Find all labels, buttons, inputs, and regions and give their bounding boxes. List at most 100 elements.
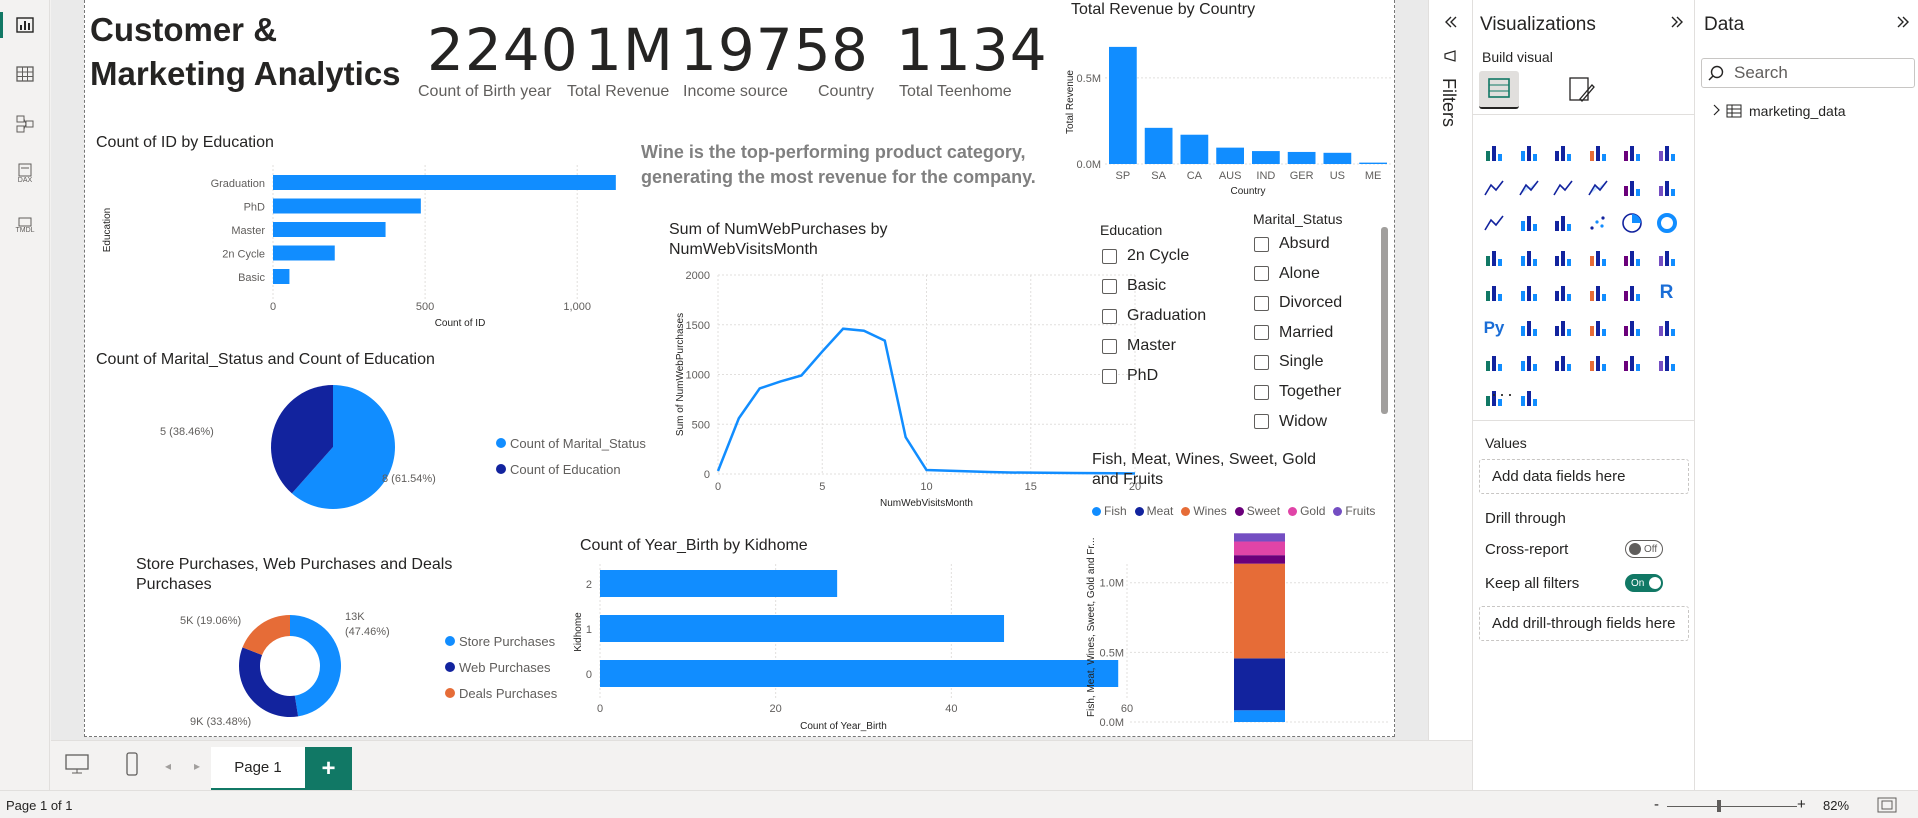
multirow-card-icon[interactable] — [1482, 281, 1506, 305]
keep-filters-toggle[interactable]: On — [1625, 574, 1663, 592]
100-column-icon[interactable] — [1655, 141, 1679, 165]
education-slicer-item-graduation[interactable]: Graduation — [1102, 307, 1206, 325]
checkbox[interactable] — [1254, 236, 1269, 252]
azure-map-icon[interactable] — [1586, 246, 1610, 270]
slicer-scrollbar[interactable] — [1381, 227, 1388, 414]
filters-pane-collapsed[interactable]: Filters — [1428, 0, 1472, 740]
decomposition-tree-icon[interactable] — [1551, 316, 1575, 340]
data-search-input[interactable]: Search — [1701, 58, 1915, 88]
education-slicer-item-basic[interactable]: Basic — [1102, 277, 1166, 295]
checkbox[interactable] — [1254, 384, 1269, 400]
line-clustered-icon[interactable] — [1517, 211, 1541, 235]
more-visual-1-icon[interactable] — [1586, 351, 1610, 375]
table-icon[interactable] — [1586, 281, 1610, 305]
qa-icon[interactable] — [1586, 316, 1610, 340]
stacked-bar-icon[interactable] — [1482, 141, 1506, 165]
desktop-layout-icon[interactable] — [64, 753, 90, 780]
slicer-icon[interactable] — [1551, 281, 1575, 305]
python-visual-icon[interactable]: Py — [1482, 316, 1506, 340]
clustered-column-icon[interactable] — [1586, 141, 1610, 165]
id-by-education-chart[interactable]: 0 500 1,000 Graduation PhD Master 2n Cycle Basi… — [90, 160, 630, 335]
power-automate-icon[interactable] — [1551, 351, 1575, 375]
drill-through-drop-well[interactable]: Add drill-through fields here — [1479, 606, 1689, 641]
education-slicer-item-master[interactable]: Master — [1102, 337, 1176, 355]
checkbox[interactable] — [1254, 354, 1269, 370]
gauge-icon[interactable] — [1620, 246, 1644, 270]
100-bar-icon[interactable] — [1620, 141, 1644, 165]
checkbox[interactable] — [1254, 325, 1269, 341]
build-visual-tab[interactable] — [1479, 71, 1519, 109]
tab-page-1[interactable]: Page 1 — [211, 747, 305, 791]
marital-slicer-item-single[interactable]: Single — [1254, 353, 1323, 371]
fit-to-page-icon[interactable] — [1877, 797, 1897, 818]
add-page-button[interactable]: + — [305, 747, 352, 791]
table-node-marketing-data[interactable]: marketing_data — [1712, 103, 1846, 119]
line-column-icon[interactable] — [1482, 211, 1506, 235]
marital-education-pie-chart[interactable]: 8 (61.54%) 5 (38.46%) Count of Marital_Sta… — [90, 375, 670, 525]
education-slicer-item-phd[interactable]: PhD — [1102, 367, 1158, 385]
more-visuals-icon[interactable]: ··· — [1491, 384, 1515, 405]
stacked-area-icon[interactable] — [1551, 176, 1575, 200]
area-chart-icon[interactable] — [1517, 176, 1541, 200]
collapse-left-icon[interactable] — [1443, 14, 1459, 35]
flow-icon[interactable] — [1517, 386, 1541, 410]
mobile-layout-icon[interactable] — [124, 751, 140, 782]
education-slicer-item-2n-cycle[interactable]: 2n Cycle — [1102, 247, 1189, 265]
format-visual-tab[interactable] — [1564, 73, 1598, 112]
table-view-icon[interactable] — [12, 61, 38, 87]
card-icon[interactable] — [1655, 246, 1679, 270]
yearbirth-by-kidhome-chart[interactable]: 0 20 40 60210Count of Year_BirthKidhome — [573, 560, 1133, 735]
filled-map-icon[interactable] — [1551, 246, 1575, 270]
combo-icon[interactable] — [1655, 176, 1679, 200]
zoom-slider-thumb[interactable] — [1717, 800, 1721, 812]
clustered-bar-icon[interactable] — [1551, 141, 1575, 165]
kpi-icon[interactable] — [1517, 281, 1541, 305]
checkbox[interactable] — [1254, 414, 1269, 430]
smart-narrative-icon[interactable] — [1620, 316, 1644, 340]
waterfall-icon[interactable] — [1620, 176, 1644, 200]
product-stacked-chart[interactable]: 0.0M 0.5M 1.0MFish, Meat, Wines, Sweet, Go… — [1085, 522, 1395, 734]
treemap-icon[interactable] — [1482, 246, 1506, 270]
checkbox[interactable] — [1254, 266, 1269, 282]
matrix-icon[interactable] — [1620, 281, 1644, 305]
stacked-column-icon[interactable] — [1517, 141, 1541, 165]
more-visual-3-icon[interactable] — [1655, 351, 1679, 375]
next-page-icon[interactable]: ▸ — [194, 759, 200, 773]
marital-slicer-item-absurd[interactable]: Absurd — [1254, 235, 1330, 253]
zoom-in-button[interactable]: + — [1797, 796, 1806, 813]
checkbox[interactable] — [1254, 295, 1269, 311]
checkbox[interactable] — [1102, 308, 1117, 324]
marital-slicer-item-widow[interactable]: Widow — [1254, 413, 1327, 431]
donut-icon[interactable] — [1655, 211, 1679, 235]
checkbox[interactable] — [1102, 278, 1117, 294]
zoom-out-button[interactable]: - — [1654, 796, 1659, 813]
marital-slicer-item-married[interactable]: Married — [1254, 324, 1333, 342]
pie-icon[interactable] — [1620, 211, 1644, 235]
collapse-right-icon[interactable] — [1895, 14, 1911, 35]
marital-slicer-item-together[interactable]: Together — [1254, 383, 1341, 401]
tmdl-view-icon[interactable]: TMDL — [12, 212, 38, 238]
report-view-icon[interactable] — [0, 12, 38, 38]
metrics-icon[interactable] — [1655, 316, 1679, 340]
paginated-report-icon[interactable] — [1482, 351, 1506, 375]
marital-slicer-item-divorced[interactable]: Divorced — [1254, 294, 1342, 312]
r-visual-icon[interactable]: R — [1655, 281, 1679, 305]
checkbox[interactable] — [1102, 338, 1117, 354]
ribbon-icon[interactable] — [1586, 176, 1610, 200]
marital-slicer-item-alone[interactable]: Alone — [1254, 265, 1320, 283]
values-drop-well[interactable]: Add data fields here — [1479, 459, 1689, 494]
line-chart-icon[interactable] — [1482, 176, 1506, 200]
revenue-by-country-chart[interactable]: 0.0M 0.5M SP SA CA AUS IND GER US ME Country Total … — [1061, 30, 1401, 200]
checkbox[interactable] — [1102, 248, 1117, 264]
web-purchases-line-chart[interactable]: 05001000150020000 5 10 15 20NumWebVisitsMont… — [663, 260, 1143, 522]
checkbox[interactable] — [1102, 368, 1117, 384]
model-view-icon[interactable] — [12, 111, 38, 137]
zoom-slider-track[interactable] — [1667, 806, 1797, 807]
filters-label[interactable]: Filters — [1438, 78, 1459, 127]
prev-page-icon[interactable]: ◂ — [165, 759, 171, 773]
funnel-icon[interactable] — [1551, 211, 1575, 235]
key-influencers-icon[interactable] — [1517, 316, 1541, 340]
scatter-icon[interactable] — [1586, 211, 1610, 235]
collapse-right-icon[interactable] — [1669, 14, 1685, 35]
cross-report-toggle[interactable]: Off — [1625, 540, 1663, 558]
